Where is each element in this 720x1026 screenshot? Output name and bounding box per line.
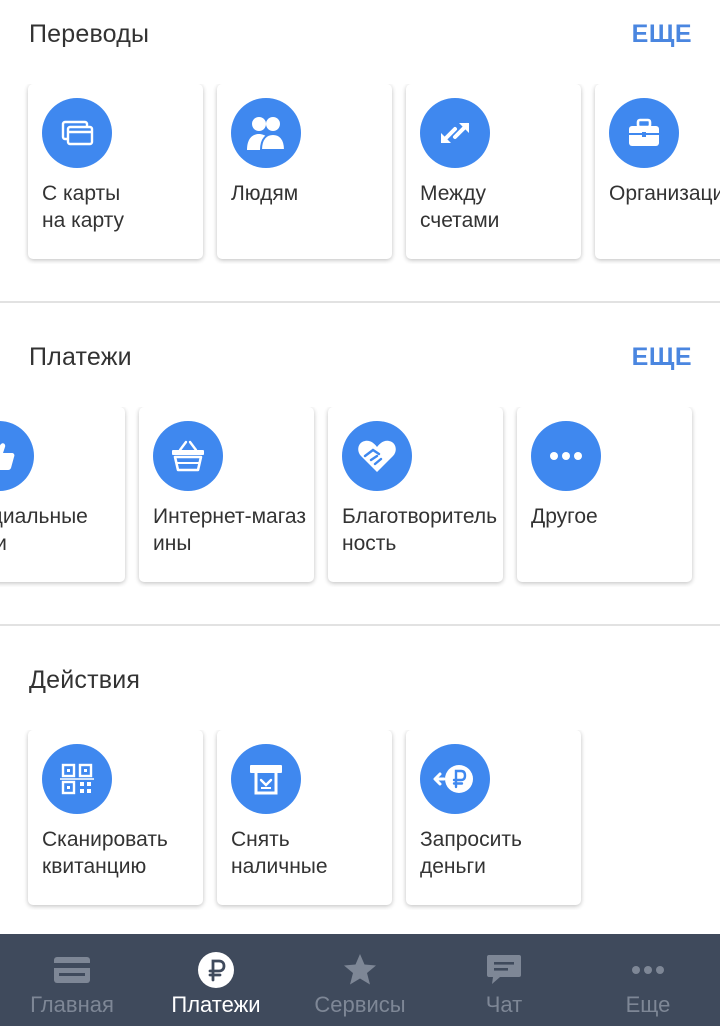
payments-row[interactable]: Социальные сети Интернет-магазины <box>0 407 720 587</box>
payment-card-label: Социальные сети <box>0 505 88 555</box>
nav-item-home[interactable]: Главная <box>0 934 144 1026</box>
heart-hands-icon <box>342 421 412 491</box>
payment-card-other[interactable]: Другое <box>517 407 692 582</box>
transfer-card-label: С карты на карту <box>42 182 125 232</box>
basket-icon <box>153 421 223 491</box>
nav-label: Платежи <box>171 992 261 1017</box>
more-dots-icon <box>531 421 601 491</box>
qr-code-icon <box>42 744 112 814</box>
transfer-card-between-accounts[interactable]: Между счетами <box>406 84 581 259</box>
payments-section: Платежи ЕЩЕ Социальные сети <box>0 323 720 623</box>
payment-card-label: Другое <box>531 505 598 528</box>
nav-item-payments[interactable]: Платежи <box>144 934 288 1026</box>
transfer-card-people[interactable]: Людям <box>217 84 392 259</box>
people-icon <box>231 98 301 168</box>
actions-header: Действия <box>0 646 720 716</box>
card-icon <box>52 950 92 990</box>
section-divider <box>0 301 720 303</box>
transfer-card-label: Между счетами <box>420 182 500 232</box>
actions-row[interactable]: Сканировать квитанцию Снять наличные Зап… <box>0 730 720 910</box>
actions-section: Действия Сканировать квитанцию Снять нал… <box>0 646 720 936</box>
payments-header: Платежи ЕЩЕ <box>0 323 720 393</box>
nav-item-more[interactable]: Еще <box>576 934 720 1026</box>
payments-title: Платежи <box>29 343 132 371</box>
transfers-row[interactable]: С карты на карту Людям Между счетами Орг… <box>0 84 720 264</box>
chat-icon <box>484 950 524 990</box>
action-card-label: Сканировать квитанцию <box>42 828 168 878</box>
cards-icon <box>42 98 112 168</box>
action-card-label: Запросить деньги <box>420 828 522 878</box>
transfers-more-button[interactable]: ЕЩЕ <box>632 20 692 49</box>
ruble-icon <box>196 950 236 990</box>
transfer-card-label: Организациям <box>609 182 720 205</box>
atm-icon <box>231 744 301 814</box>
transfer-card-organizations[interactable]: Организациям <box>595 84 720 259</box>
nav-item-services[interactable]: Сервисы <box>288 934 432 1026</box>
section-divider <box>0 624 720 626</box>
nav-label: Чат <box>485 992 523 1017</box>
transfers-header: Переводы ЕЩЕ <box>0 0 720 70</box>
action-card-request-money[interactable]: Запросить деньги <box>406 730 581 905</box>
nav-label: Еще <box>625 992 671 1017</box>
action-card-label: Снять наличные <box>231 828 328 878</box>
action-card-withdraw-cash[interactable]: Снять наличные <box>217 730 392 905</box>
exchange-arrows-icon <box>420 98 490 168</box>
nav-item-chat[interactable]: Чат <box>432 934 576 1026</box>
payment-card-social[interactable]: Социальные сети <box>0 407 125 582</box>
transfers-title: Переводы <box>29 20 150 48</box>
payments-more-button[interactable]: ЕЩЕ <box>632 343 692 372</box>
payment-card-charity[interactable]: Благотворительность <box>328 407 503 582</box>
action-card-scan-receipt[interactable]: Сканировать квитанцию <box>28 730 203 905</box>
nav-label: Главная <box>30 992 114 1017</box>
star-icon <box>340 950 380 990</box>
transfer-card-label: Людям <box>231 182 299 205</box>
transfer-card-card-to-card[interactable]: С карты на карту <box>28 84 203 259</box>
briefcase-icon <box>609 98 679 168</box>
nav-label: Сервисы <box>314 992 406 1017</box>
bottom-navigation: Главная Платежи Сервисы Чат Еще <box>0 934 720 1026</box>
payment-card-label: Благотворительность <box>342 505 498 555</box>
payment-card-online-shops[interactable]: Интернет-магазины <box>139 407 314 582</box>
more-dots-icon <box>628 950 668 990</box>
transfers-section: Переводы ЕЩЕ С карты на карту Людям Межд… <box>0 0 720 300</box>
thumbs-up-icon <box>0 421 34 491</box>
request-ruble-icon <box>420 744 490 814</box>
actions-title: Действия <box>29 666 141 694</box>
payment-card-label: Интернет-магазины <box>153 505 307 555</box>
